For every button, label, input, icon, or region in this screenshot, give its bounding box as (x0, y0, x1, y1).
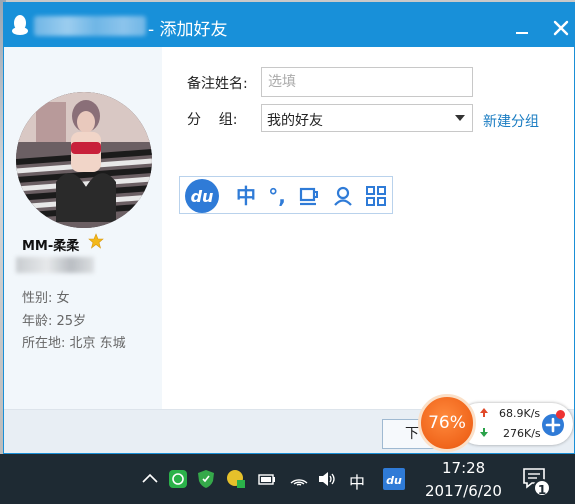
notification-count-badge: 1 (533, 479, 551, 497)
cup-icon[interactable] (298, 185, 320, 207)
location-line: 所在地: 北京 东城 (22, 336, 126, 351)
ime-indicator[interactable]: 中 (349, 469, 365, 493)
download-arrow-icon (480, 428, 488, 437)
avatar-image (16, 92, 152, 228)
avatar (16, 92, 152, 228)
upload-arrow-icon (480, 408, 488, 417)
remark-input[interactable] (261, 67, 473, 97)
age-line: 年龄: 25岁 (22, 314, 87, 329)
grid-menu-icon[interactable] (365, 185, 387, 207)
clock-date[interactable]: 2017/6/20 (425, 482, 502, 500)
title-bar[interactable]: - 添加好友 (4, 3, 574, 47)
chevron-down-icon (455, 115, 465, 121)
profile-sidebar: MM-柔柔 性别: 女 年龄: 25岁 所在地: 北京 东城 (4, 47, 162, 409)
notification-dot (556, 410, 565, 419)
taskbar: 中 du 17:28 2017/6/20 1 (0, 454, 575, 504)
new-group-link[interactable]: 新建分组 (483, 111, 539, 131)
upload-speed: 68.9K/s (499, 407, 541, 420)
ime-toolbar[interactable]: du 中 °, (179, 176, 393, 214)
close-icon[interactable] (548, 15, 574, 41)
ime-punctuation-button[interactable]: °, (266, 185, 288, 207)
group-select[interactable]: 我的好友 (261, 104, 473, 132)
chevron-up-icon[interactable] (140, 469, 160, 489)
network-manager-icon[interactable] (226, 469, 246, 489)
ime-tray-text: du (386, 474, 402, 487)
volume-icon[interactable] (317, 469, 337, 489)
blurred-nickname (34, 16, 146, 36)
remark-label: 备注姓名: (187, 76, 248, 92)
gender-line: 性别: 女 (22, 291, 70, 306)
wechat-icon[interactable] (168, 469, 188, 489)
profile-name: MM-柔柔 (22, 239, 80, 254)
minimize-icon[interactable] (510, 17, 534, 41)
window-title: - 添加好友 (148, 20, 228, 40)
add-friend-window: - 添加好友 MM-柔柔 性别: 女 年龄: 25岁 所在地: 北京 东城 备注… (3, 2, 575, 454)
wifi-icon[interactable] (289, 469, 309, 489)
ime-logo-text: du (191, 187, 214, 206)
clock-time[interactable]: 17:28 (442, 459, 485, 477)
network-speed-widget[interactable]: 76% 68.9K/s 276K/s (418, 394, 575, 454)
qq-penguin-icon (12, 15, 28, 35)
blurred-qq-number (16, 257, 94, 273)
baidu-ime-tray-icon[interactable]: du (383, 468, 405, 490)
download-speed: 276K/s (503, 427, 541, 440)
star-icon (88, 233, 104, 249)
ime-chinese-mode-button[interactable]: 中 (235, 185, 257, 207)
baidu-ime-logo-icon[interactable]: du (182, 178, 222, 214)
user-icon[interactable] (332, 185, 354, 207)
memory-usage-ball[interactable]: 76% (418, 394, 476, 452)
security-shield-icon[interactable] (196, 469, 216, 489)
battery-icon[interactable] (257, 469, 277, 489)
group-label: 分 组: (187, 112, 238, 128)
group-select-value: 我的好友 (267, 113, 323, 129)
